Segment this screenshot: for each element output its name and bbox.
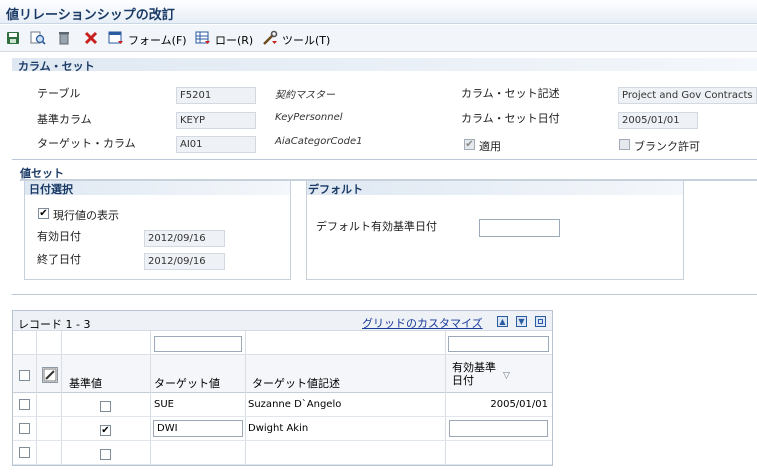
column-target-description[interactable]: ターゲット値記述 <box>252 375 340 391</box>
table-row[interactable]: ✔ DWI Dwight Akin <box>13 417 552 441</box>
show-current-checkbox[interactable]: ✔ <box>38 208 49 219</box>
default-date-input[interactable] <box>479 219 560 237</box>
target-value-input[interactable]: DWI <box>153 420 243 437</box>
close-icon[interactable] <box>83 30 99 46</box>
effective-date-cell: 2005/01/01 <box>490 399 548 410</box>
divider <box>12 159 757 160</box>
select-all-checkbox[interactable] <box>19 370 30 381</box>
effective-date-input[interactable] <box>449 420 548 437</box>
toolbar: フォーム(F) ロー(R) ツール(T) <box>0 25 757 52</box>
column-set-header-bar <box>12 58 757 71</box>
default-title: デフォルト <box>308 183 363 196</box>
save-icon[interactable] <box>5 30 21 46</box>
target-column-field: AI01 <box>176 136 256 153</box>
column-set-date-field: 2005/01/01 <box>618 112 698 129</box>
form-menu-icon[interactable] <box>108 30 124 46</box>
divider-2 <box>12 294 757 295</box>
target-description-cell: Dwight Akin <box>248 423 309 434</box>
apply-checkbox: ✔ <box>464 139 475 150</box>
maximize-icon[interactable] <box>535 316 546 327</box>
row-select-checkbox[interactable] <box>19 399 30 410</box>
column-base-value[interactable]: 基準値 <box>69 375 102 391</box>
allow-blank-checkbox <box>619 139 630 150</box>
default-header <box>307 181 683 195</box>
form-menu[interactable]: フォーム(F) <box>128 32 187 48</box>
column-set-description-field: Project and Gov Contracts <box>618 87 757 104</box>
tools-menu-icon[interactable] <box>262 30 278 46</box>
column-set-title: カラム・セット <box>18 60 95 73</box>
table-field: F5201 <box>176 87 256 104</box>
base-column-description: KeyPersonnel <box>275 112 343 123</box>
column-set-description-label: カラム・セット記述 <box>461 87 560 100</box>
show-current-label: 現行値の表示 <box>53 209 119 222</box>
row-select-checkbox[interactable] <box>19 447 30 458</box>
tools-menu[interactable]: ツール(T) <box>282 32 330 48</box>
end-date-label: 終了日付 <box>37 253 81 266</box>
target-description-cell: Suzanne D`Angelo <box>248 399 342 410</box>
title-bar: 値リレーションシップの改訂 <box>0 0 757 24</box>
page-title: 値リレーションシップの改訂 <box>6 8 175 23</box>
row-menu-icon[interactable] <box>195 30 211 46</box>
table-row[interactable]: SUE 2005/01/01 Suzanne D`Angelo <box>13 393 552 417</box>
default-date-label: デフォルト有効基準日付 <box>316 220 437 233</box>
delete-icon[interactable] <box>56 30 72 46</box>
base-column-field: KEYP <box>176 112 256 129</box>
export-icon[interactable]: ▲ <box>497 316 508 327</box>
row-menu[interactable]: ロー(R) <box>215 32 253 48</box>
table-label: テーブル <box>37 87 81 100</box>
base-value-checkbox[interactable] <box>100 401 111 412</box>
filter-date-input[interactable] <box>448 336 549 352</box>
base-column-label: 基準カラム <box>37 113 92 126</box>
row-select-checkbox[interactable] <box>19 423 30 434</box>
column-effective-date[interactable]: 有効基準日付 <box>452 361 498 387</box>
base-value-checkbox[interactable]: ✔ <box>100 425 111 436</box>
find-icon[interactable] <box>30 30 46 46</box>
date-select-title: 日付選択 <box>29 183 73 196</box>
column-set-date-label: カラム・セット日付 <box>461 112 560 125</box>
effective-date-field: 2012/09/16 <box>144 230 225 247</box>
table-row[interactable] <box>13 441 552 465</box>
end-date-field: 2012/09/16 <box>144 253 225 270</box>
base-value-checkbox[interactable] <box>100 449 111 460</box>
column-target-value[interactable]: ターゲット値 <box>154 375 220 391</box>
effective-date-label: 有効日付 <box>37 230 81 243</box>
target-value-cell: SUE <box>154 399 174 410</box>
allow-blank-label: ブランク許可 <box>634 140 700 153</box>
edit-row-icon[interactable] <box>42 367 58 383</box>
apply-label: 適用 <box>479 140 501 153</box>
contract-master-label: 契約マスター <box>275 90 335 101</box>
target-column-label: ターゲット・カラム <box>37 137 136 150</box>
target-column-description: AiaCategorCode1 <box>275 136 363 147</box>
record-count: レコード 1 - 3 <box>18 318 91 331</box>
value-grid: レコード 1 - 3 グリッドのカスタマイズ ▲ ▼ 基準値 ターゲット値 ター… <box>12 310 553 466</box>
import-icon[interactable]: ▼ <box>516 316 527 327</box>
filter-target-input[interactable] <box>154 336 242 352</box>
customize-grid-link[interactable]: グリッドのカスタマイズ <box>362 315 483 331</box>
sort-icon[interactable]: ▽ <box>503 371 510 381</box>
